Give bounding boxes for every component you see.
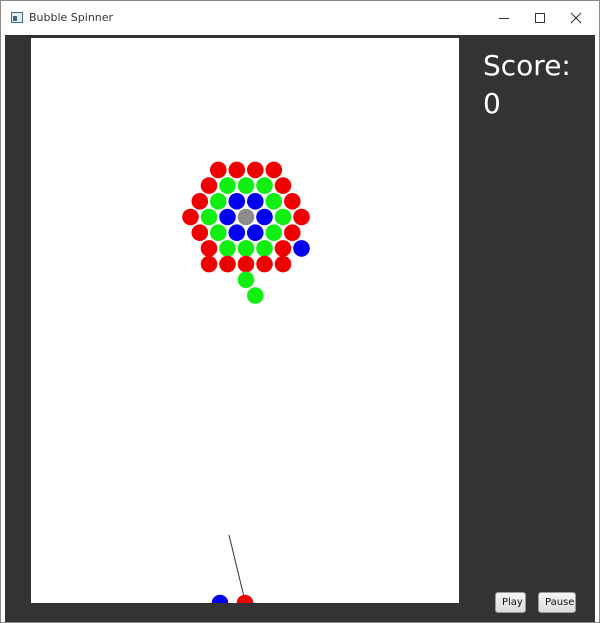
- game-canvas[interactable]: [31, 38, 459, 603]
- bubble-red: [200, 177, 218, 194]
- hanging-bubble-green: [237, 271, 255, 289]
- bubble-red: [219, 255, 236, 273]
- bubble-blue: [247, 193, 264, 210]
- bubble-blue: [228, 224, 246, 241]
- aim-line: [228, 534, 246, 602]
- bubble-red: [284, 193, 301, 210]
- bubble-green: [219, 240, 236, 257]
- bubble-blue: [293, 240, 310, 257]
- bubble-blue: [219, 208, 236, 226]
- game-window-content: Score: 0 Play Pause: [5, 35, 595, 622]
- app-icon: [11, 12, 23, 23]
- bubble-red: [191, 224, 209, 241]
- bubble-red: [237, 255, 255, 273]
- bubble-red: [293, 208, 310, 226]
- bubble-red: [274, 177, 292, 194]
- window-title: Bubble Spinner: [29, 11, 114, 24]
- bubble-red: [200, 255, 218, 273]
- bubble-red: [247, 161, 264, 179]
- close-icon: [570, 12, 582, 24]
- bubble-blue: [247, 224, 264, 241]
- bubble-red: [274, 255, 292, 273]
- minimize-icon: [499, 18, 509, 19]
- bubble-green: [200, 208, 218, 226]
- bubble-red: [210, 161, 227, 179]
- bubble-red: [256, 255, 273, 273]
- maximize-button[interactable]: [523, 1, 557, 35]
- bubble-blue: [228, 193, 246, 210]
- bubble-green: [237, 240, 255, 257]
- minimize-button[interactable]: [487, 1, 521, 35]
- score-value: 0: [483, 87, 501, 120]
- bubble-red: [265, 161, 283, 179]
- hanging-bubble-green: [247, 287, 264, 304]
- play-button[interactable]: Play: [495, 592, 526, 613]
- bubble-green: [237, 177, 255, 194]
- bubble-green: [265, 224, 283, 241]
- bubble-green: [256, 177, 273, 194]
- bubble-green: [274, 208, 292, 226]
- title-bar[interactable]: Bubble Spinner: [1, 1, 599, 35]
- bubble-red: [274, 240, 292, 257]
- pause-button[interactable]: Pause: [538, 592, 576, 613]
- bubble-green: [219, 177, 236, 194]
- bubble-green: [210, 193, 227, 210]
- score-label: Score:: [483, 49, 571, 82]
- app-window: Bubble Spinner Score: 0 Play Pause: [0, 0, 600, 623]
- next-bubble: [211, 594, 229, 603]
- bubble-red: [228, 161, 246, 179]
- loaded-bubble: [236, 594, 254, 603]
- bubble-red: [191, 193, 209, 210]
- bubble-green: [256, 240, 273, 257]
- bubble-red: [200, 240, 218, 257]
- center-bubble: [237, 208, 255, 226]
- close-button[interactable]: [559, 1, 593, 35]
- bubble-green: [265, 193, 283, 210]
- bubble-green: [210, 224, 227, 241]
- bubble-red: [284, 224, 301, 241]
- bubble-blue: [256, 208, 273, 226]
- game-field[interactable]: [31, 38, 459, 603]
- bubble-red: [182, 208, 199, 226]
- maximize-icon: [535, 13, 545, 23]
